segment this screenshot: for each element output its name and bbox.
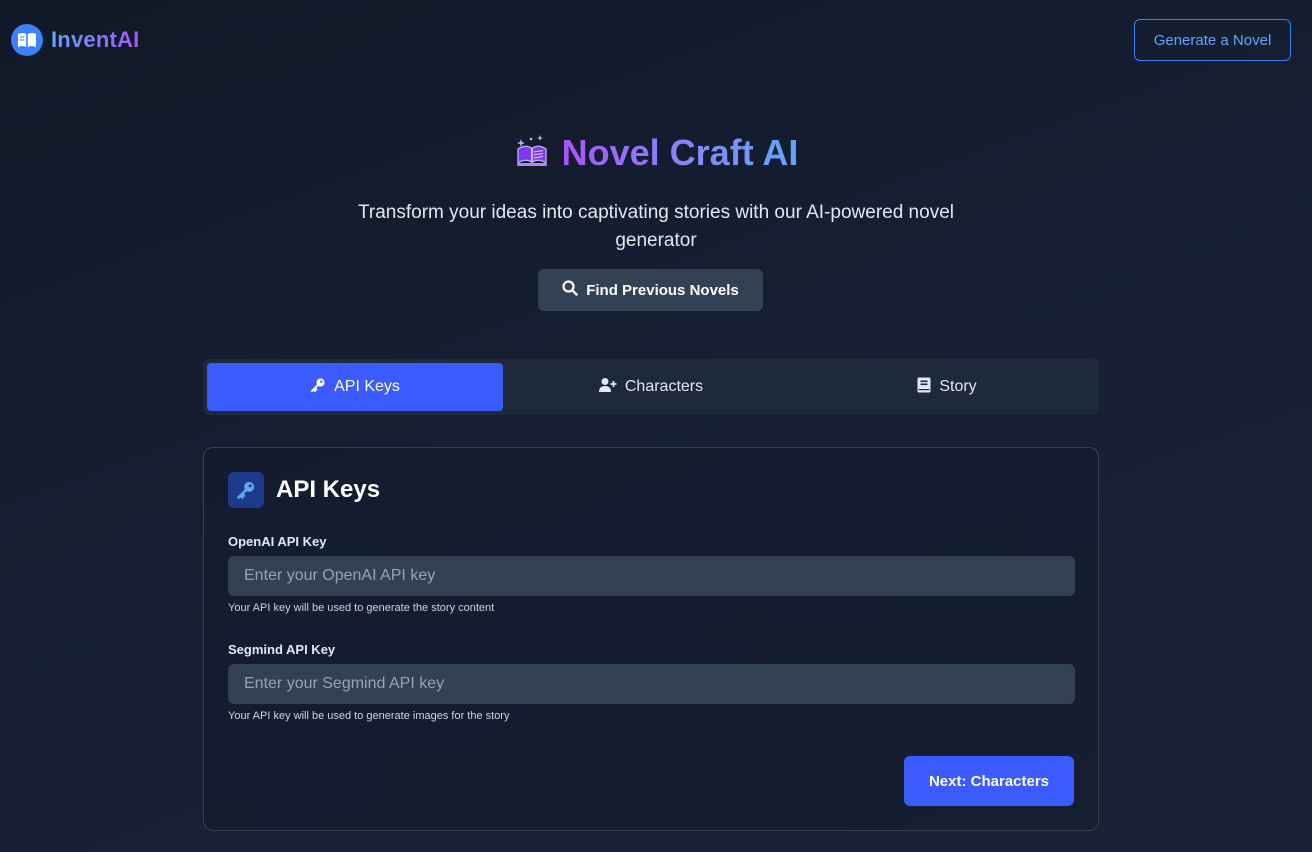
find-previous-novels-label: Find Previous Novels [586,281,739,299]
top-nav: InventAI Generate a Novel [0,0,1312,80]
tab-characters[interactable]: Characters [503,363,799,411]
segmind-key-help: Your API key will be used to generate im… [228,710,510,722]
brand-name: InventAI [51,27,140,52]
hero-subtitle: Transform your ideas into captivating st… [358,202,954,251]
openai-key-help: Your API key will be used to generate th… [228,602,495,614]
magic-book-icon [514,133,550,174]
card-title: API Keys [276,476,381,503]
tab-label: API Keys [334,378,400,395]
tab-story[interactable]: Story [799,363,1095,411]
openai-key-input[interactable] [228,556,1075,596]
card-header: API Keys [228,472,380,508]
generate-novel-button[interactable]: Generate a Novel [1134,19,1291,61]
step-tabs: API Keys Characters Story [203,359,1099,415]
open-book-icon [11,24,43,56]
segmind-key-label: Segmind API Key [228,642,336,657]
tab-api-keys[interactable]: API Keys [207,363,503,411]
openai-key-label: OpenAI API Key [228,534,327,549]
user-plus-icon [598,377,617,398]
api-keys-card: API Keys OpenAI API Key Your API key wil… [203,447,1099,831]
brand[interactable]: InventAI [11,24,139,56]
next-characters-button[interactable]: Next: Characters [904,756,1074,806]
tab-label: Story [939,378,977,395]
hero-title-row: Novel Craft AI [0,132,1312,174]
key-icon [228,472,264,508]
tab-label: Characters [624,378,704,395]
search-icon [562,280,578,300]
segmind-key-input[interactable] [228,664,1075,704]
find-previous-novels-button[interactable]: Find Previous Novels [538,269,763,311]
book-icon [917,377,931,398]
page-title: Novel Craft AI [561,132,799,173]
key-icon [310,377,326,398]
